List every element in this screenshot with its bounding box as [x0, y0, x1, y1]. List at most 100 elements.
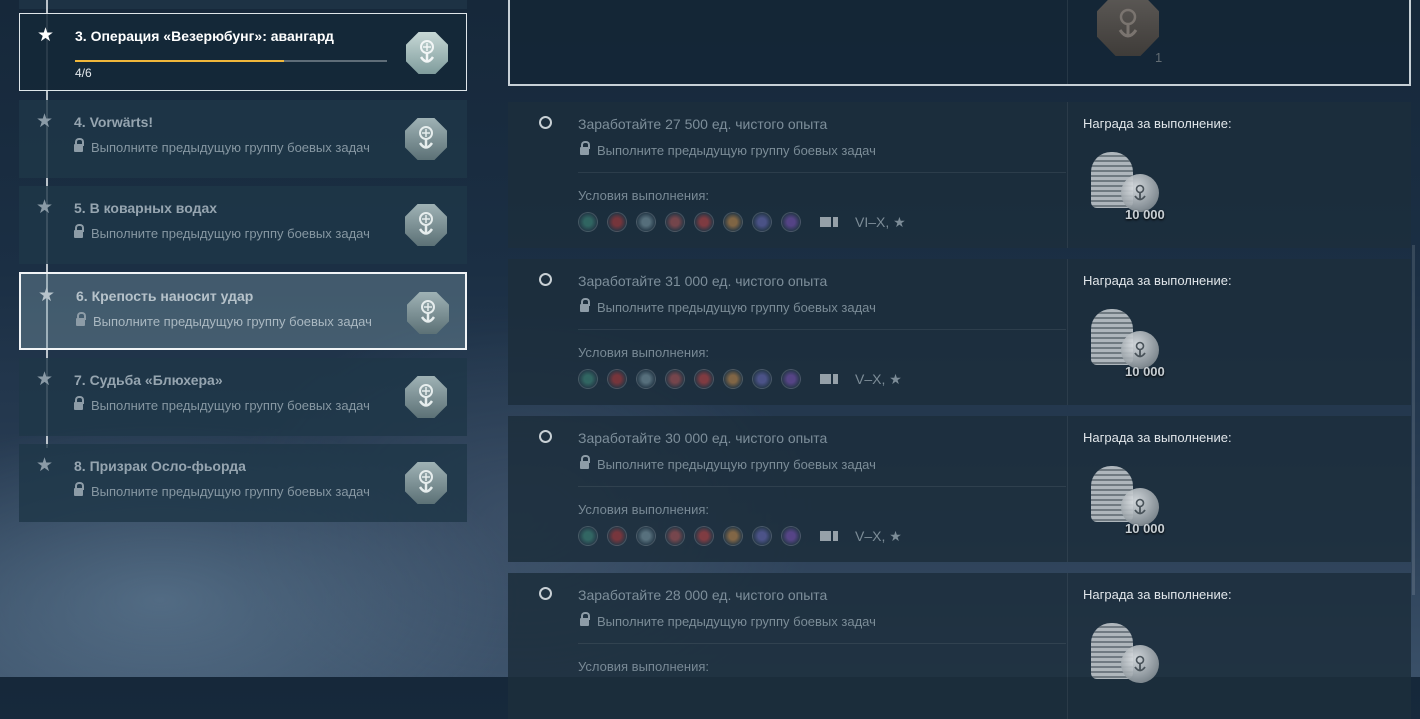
star-icon: ★: [38, 285, 56, 306]
ship-class-icon: [820, 374, 840, 384]
nation-japan-icon: [607, 526, 627, 546]
nation-ussr-icon: [665, 369, 685, 389]
operation-card-8[interactable]: ★ 8. Призрак Осло-фьорда Выполните преды…: [19, 444, 467, 522]
nation-germany-icon: [636, 369, 656, 389]
task-card[interactable]: Заработайте 27 500 ед. чистого опыта Выпо…: [508, 102, 1411, 248]
lock-text: Выполните предыдущую группу боевых задач: [91, 140, 370, 155]
reward-label: Награда за выполнение:: [1083, 116, 1232, 131]
nation-china-icon: [694, 369, 714, 389]
lock-icon: [74, 396, 84, 410]
task-status-radio[interactable]: [539, 116, 552, 129]
credits-icon: [1091, 152, 1171, 214]
task-reward: Награда за выполнение: 10 000: [1067, 102, 1412, 248]
lock-icon: [74, 138, 84, 152]
anchor-badge-icon: [406, 32, 448, 74]
reward-label: Награда за выполнение:: [1083, 273, 1232, 288]
task-status-radio[interactable]: [539, 587, 552, 600]
operation-title: 3. Операция «Везерюбунг»: авангард: [75, 28, 334, 44]
nation-germany-icon: [636, 212, 656, 232]
operation-title: 6. Крепость наносит удар: [76, 288, 254, 304]
tier-range: VI–X, ★: [855, 213, 906, 230]
task-reward: Награда за выполнение: 10 000: [1067, 416, 1412, 562]
lock-icon: [74, 224, 84, 238]
nation-china-icon: [694, 526, 714, 546]
anchor-medal-icon: [1097, 0, 1159, 56]
conditions-label: Условия выполнения:: [578, 659, 709, 674]
tier-range: V–X, ★: [855, 527, 902, 544]
task-status-radio[interactable]: [539, 430, 552, 443]
task-reward: Награда за выполнение:: [1067, 573, 1412, 719]
star-icon: ★: [36, 111, 54, 132]
conditions-label: Условия выполнения:: [578, 188, 709, 203]
lock-text: Выполните предыдущую группу боевых задач: [597, 457, 876, 472]
task-title: Заработайте 27 500 ед. чистого опыта: [578, 116, 828, 132]
anchor-badge-icon: [405, 462, 447, 504]
nation-france-icon: [752, 369, 772, 389]
nation-uk-icon: [723, 526, 743, 546]
nation-pan-asia-icon: [781, 526, 801, 546]
star-icon: ★: [36, 369, 54, 390]
operation-card-4[interactable]: ★ 4. Vorwärts! Выполните предыдущую груп…: [19, 100, 467, 178]
anchor-badge-icon: [405, 376, 447, 418]
divider: [1067, 0, 1068, 84]
operation-title: 4. Vorwärts!: [74, 114, 154, 130]
lock-text: Выполните предыдущую группу боевых задач: [597, 143, 876, 158]
task-card[interactable]: Заработайте 28 000 ед. чистого опыта Выпо…: [508, 573, 1411, 719]
lock-text: Выполните предыдущую группу боевых задач: [91, 484, 370, 499]
lock-message: Выполните предыдущую группу боевых задач: [580, 612, 876, 629]
reward-label: Награда за выполнение:: [1083, 430, 1232, 445]
operation-reward-box: 1: [508, 0, 1411, 86]
divider: [578, 486, 1066, 487]
lock-text: Выполните предыдущую группу боевых задач: [91, 226, 370, 241]
reward-label: Награда за выполнение:: [1083, 587, 1232, 602]
progress-bar-fill: [75, 60, 285, 62]
anchor-badge-icon: [407, 292, 449, 334]
tier-range: V–X, ★: [855, 370, 902, 387]
task-card[interactable]: Заработайте 31 000 ед. чистого опыта Выпо…: [508, 259, 1411, 405]
operation-card-3[interactable]: ★ 3. Операция «Везерюбунг»: авангард 4/6: [19, 13, 467, 91]
star-icon: ★: [36, 455, 54, 476]
reward-count: 1: [1155, 50, 1163, 65]
lock-text: Выполните предыдущую группу боевых задач: [597, 300, 876, 315]
conditions-icons: VI–X, ★: [578, 211, 906, 233]
anchor-badge-icon: [405, 204, 447, 246]
lock-message: Выполните предыдущую группу боевых задач: [74, 224, 370, 241]
progress-text: 4/6: [75, 66, 92, 80]
scrollbar[interactable]: [1412, 245, 1415, 595]
lock-icon: [580, 455, 590, 469]
anchor-badge-icon: [405, 118, 447, 160]
lock-message: Выполните предыдущую группу боевых задач: [580, 298, 876, 315]
nation-japan-icon: [607, 369, 627, 389]
nation-usa-icon: [578, 369, 598, 389]
previous-operation-card-stub[interactable]: [19, 0, 467, 9]
reward-amount: 10 000: [1125, 521, 1165, 536]
lock-message: Выполните предыдущую группу боевых задач: [74, 138, 370, 155]
conditions-icons: V–X, ★: [578, 525, 902, 547]
task-title: Заработайте 30 000 ед. чистого опыта: [578, 430, 828, 446]
operation-card-5[interactable]: ★ 5. В коварных водах Выполните предыдущ…: [19, 186, 467, 264]
task-title: Заработайте 28 000 ед. чистого опыта: [578, 587, 828, 603]
lock-icon: [580, 298, 590, 312]
star-icon: ★: [37, 25, 55, 46]
nation-uk-icon: [723, 212, 743, 232]
divider: [578, 329, 1066, 330]
credits-icon: [1091, 623, 1171, 685]
task-details: Заработайте 27 500 ед. чистого опыта Выпо…: [508, 102, 1066, 248]
operation-card-6[interactable]: ★ 6. Крепость наносит удар Выполните пре…: [19, 272, 467, 350]
credits-icon: [1091, 309, 1171, 371]
operation-title: 8. Призрак Осло-фьорда: [74, 458, 246, 474]
conditions-label: Условия выполнения:: [578, 345, 709, 360]
task-status-radio[interactable]: [539, 273, 552, 286]
reward-amount: 10 000: [1125, 207, 1165, 222]
task-details: Заработайте 30 000 ед. чистого опыта Выпо…: [508, 416, 1066, 562]
task-card[interactable]: Заработайте 30 000 ед. чистого опыта Выпо…: [508, 416, 1411, 562]
operation-card-7[interactable]: ★ 7. Судьба «Блюхера» Выполните предыдущ…: [19, 358, 467, 436]
nation-france-icon: [752, 212, 772, 232]
operation-title: 7. Судьба «Блюхера»: [74, 372, 223, 388]
reward-amount: 10 000: [1125, 364, 1165, 379]
nation-usa-icon: [578, 526, 598, 546]
nation-pan-asia-icon: [781, 369, 801, 389]
nation-usa-icon: [578, 212, 598, 232]
operations-list: ★ 3. Операция «Везерюбунг»: авангард 4/6…: [19, 0, 467, 677]
divider: [578, 172, 1066, 173]
